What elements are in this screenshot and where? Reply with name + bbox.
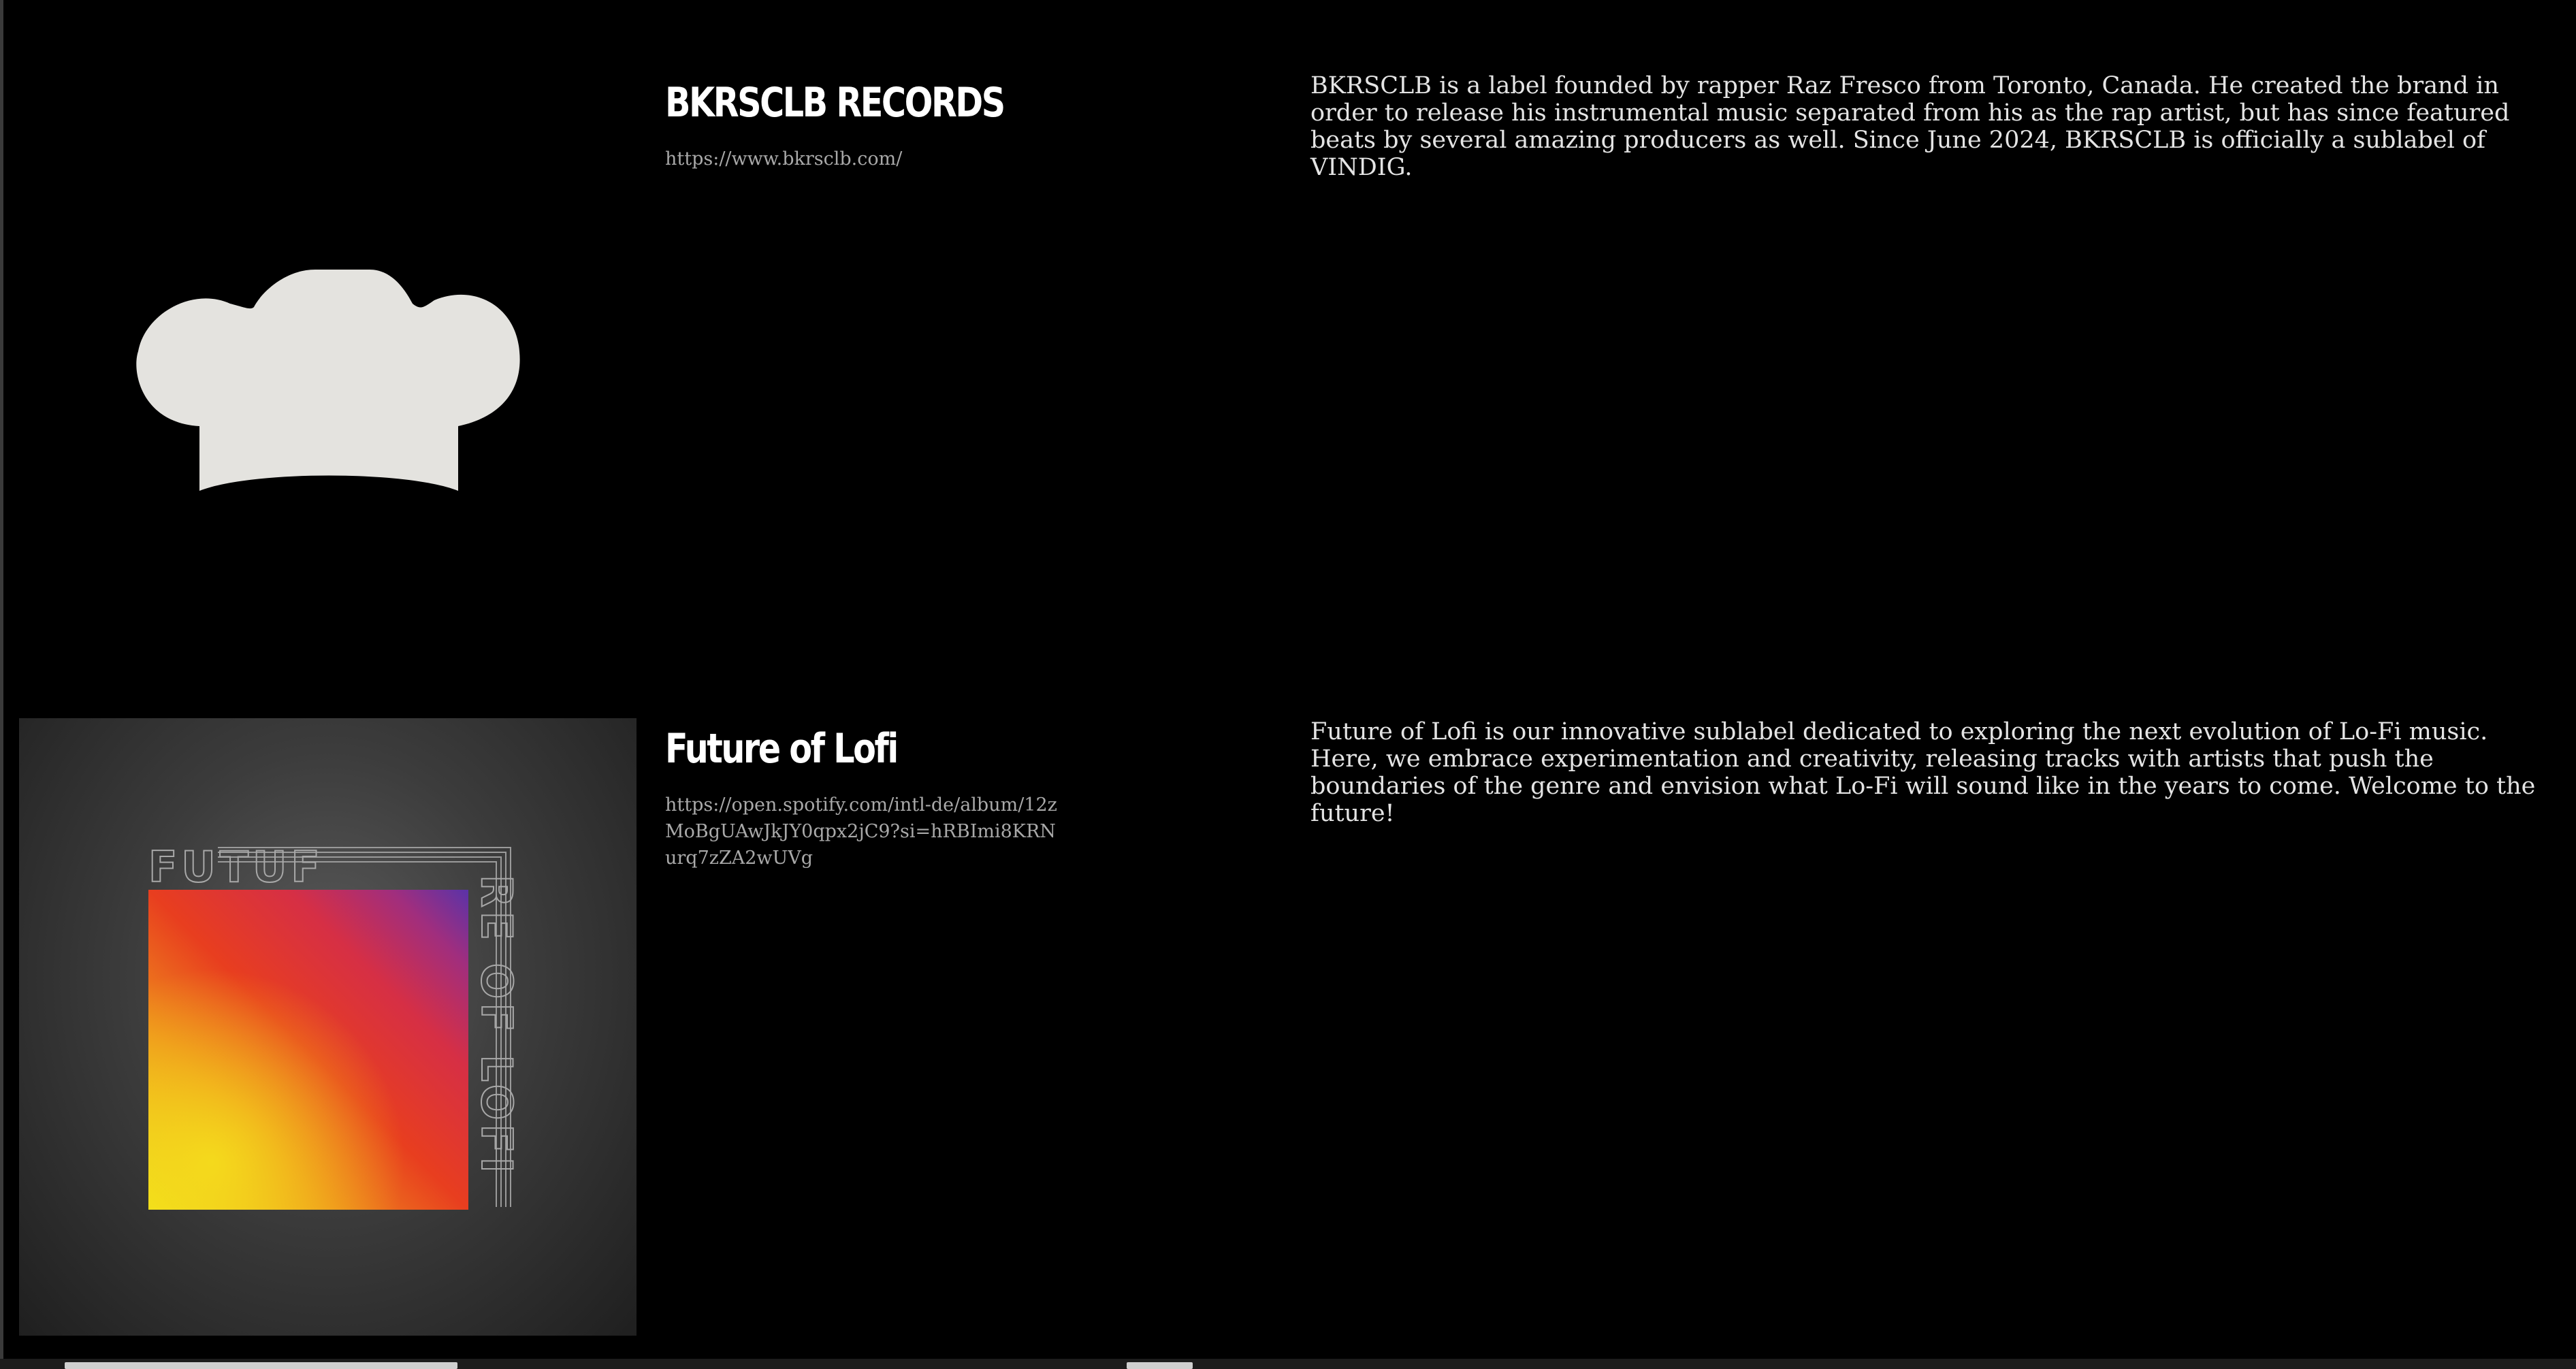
label-spotify-link[interactable]: https://open.spotify.com/intl-de/album/1… — [665, 792, 1060, 871]
album-cover-image: FUTUF RE OF LOFI — [148, 841, 522, 1210]
label-artwork — [19, 72, 637, 690]
label-name: Future of Lofi — [665, 725, 899, 773]
album-cover-title-side: RE OF LOFI — [472, 875, 521, 1177]
scrollbar-thumb-secondary[interactable] — [1127, 1362, 1193, 1369]
label-description: Future of Lofi is our innovative sublabe… — [1310, 718, 2536, 827]
label-name: BKRSCLB RECORDS — [665, 79, 1005, 127]
chef-hat-icon — [19, 72, 637, 690]
label-card-bkrsclb: BKRSCLB RECORDS https://www.bkrsclb.com/… — [19, 72, 2565, 690]
label-description: BKRSCLB is a label founded by rapper Raz… — [1310, 72, 2510, 181]
scrollbar-thumb[interactable] — [65, 1362, 457, 1369]
label-artwork: FUTUF RE OF LOFI — [19, 718, 637, 1336]
album-cover-title-top: FUTUF — [148, 842, 324, 892]
window-frame-left — [0, 0, 3, 1369]
label-website-link[interactable]: https://www.bkrsclb.com/ — [665, 146, 1060, 172]
label-card-future-of-lofi: FUTUF RE OF LOFI Future of Lofi https://… — [19, 718, 2565, 1336]
